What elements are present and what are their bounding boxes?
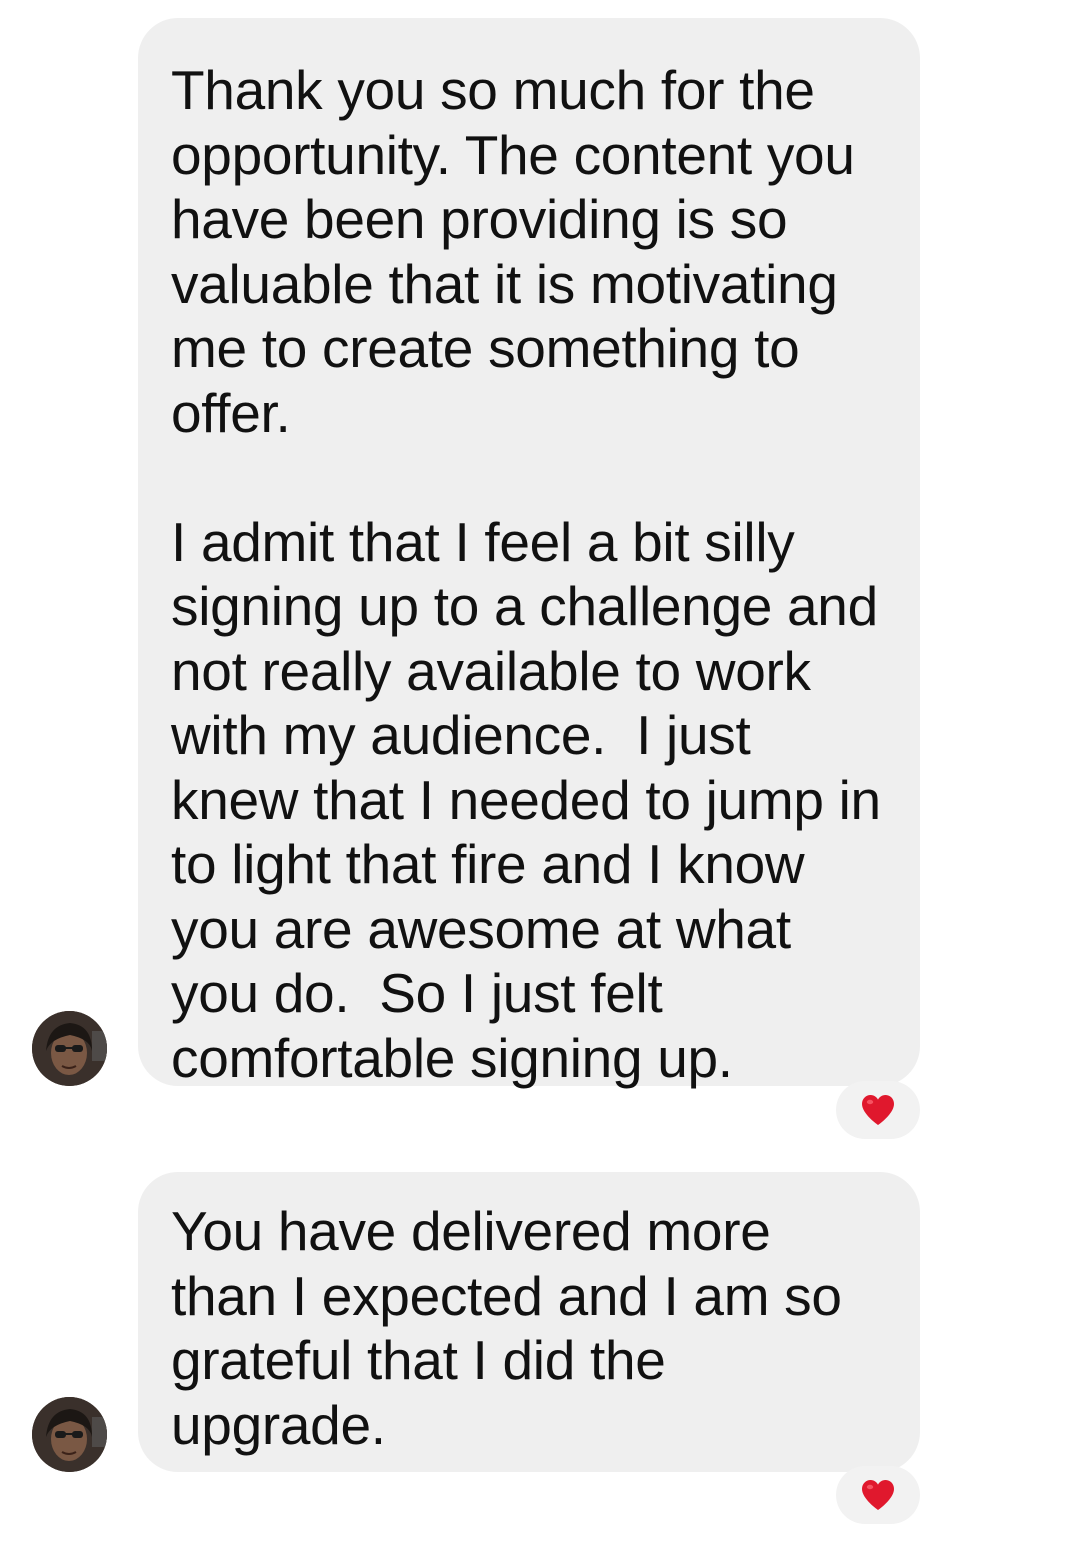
sender-avatar[interactable] <box>32 1011 107 1086</box>
message-thread: Thank you so much for the opportunity. T… <box>0 0 1080 1550</box>
message-bubble[interactable]: Thank you so much for the opportunity. T… <box>138 18 920 1089</box>
avatar-photo-icon <box>32 1011 107 1086</box>
message-paragraph: I admit that I feel a bit silly signing … <box>171 510 896 1089</box>
message-paragraph: Thank you so much for the opportunity. T… <box>171 59 870 444</box>
message-bubble[interactable]: You have delivered more than I expected … <box>138 1172 920 1472</box>
heart-icon <box>862 1480 894 1510</box>
message-paragraph: You have delivered more than I expected … <box>171 1200 857 1456</box>
heart-icon <box>862 1095 894 1125</box>
reaction-badge[interactable] <box>836 1081 920 1139</box>
reaction-badge[interactable] <box>836 1466 920 1524</box>
sender-avatar[interactable] <box>32 1397 107 1472</box>
avatar-photo-icon <box>32 1397 107 1472</box>
